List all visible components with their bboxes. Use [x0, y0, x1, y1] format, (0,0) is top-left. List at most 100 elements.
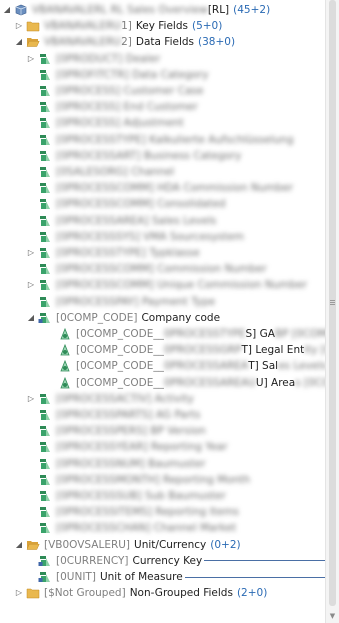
group-non-grouped[interactable]: ▷ [$Not Grouped] Non-Grouped Fields (2+0) — [0, 585, 325, 601]
field-label-blurred: [0PROCESSPAY] Payment Type — [56, 295, 216, 308]
field-item[interactable]: [0PROCESS] Adjustment — [0, 115, 325, 131]
no-twisty — [26, 180, 36, 196]
group-code-tail: 1] — [121, 20, 132, 33]
no-twisty — [26, 407, 36, 423]
field-item[interactable]: [0PROCESSCOMM] Consolidated — [0, 196, 325, 212]
field-label-blurred: [0PROCESSSUB] Sub Baumuster — [56, 490, 226, 502]
no-twisty — [46, 326, 56, 342]
field-icon — [36, 505, 56, 519]
field-item[interactable]: [0PROCESSPERS] BP Version — [0, 423, 325, 439]
attribute-item[interactable]: [0COMP_CODE__ 0PROCESSGRP T] Legal Ent ity … — [0, 342, 325, 358]
field-item[interactable]: [0PROCESSYEAR] Reporting Year — [0, 439, 325, 455]
field-item[interactable]: [0PROCESSTYPE] Kalkulierte Aufschlüsselu… — [0, 132, 325, 148]
field-icon — [36, 116, 56, 130]
tree-root[interactable]: ◢ VBANAVALERL RL Sales Overview [RL] (45+2) — [0, 2, 325, 18]
no-twisty — [26, 148, 36, 164]
field-item[interactable]: [0PROCESSITEMS] Reporting Items — [0, 504, 325, 520]
expand-closed-icon[interactable]: ▷ — [26, 391, 36, 407]
attribute-hidden: 0PROCESSTYPE — [163, 328, 246, 340]
group-data-fields[interactable]: ◢ VBANAVALERU 2] Data Fields (38+0) — [0, 34, 325, 50]
expand-open-icon[interactable]: ◢ — [2, 2, 12, 18]
group-label: Key Fields — [135, 20, 188, 33]
expand-closed-icon[interactable]: ▷ — [26, 245, 36, 261]
field-item[interactable]: [0PROFITCTR] Data Category — [0, 67, 325, 83]
expand-closed-icon[interactable]: ▷ — [26, 51, 36, 67]
no-twisty — [26, 261, 36, 277]
field-item[interactable]: [0PROCESS] End Customer — [0, 99, 325, 115]
group-code: [$Not Grouped] — [44, 587, 126, 600]
group-code-tail: 2] — [121, 36, 132, 49]
no-twisty — [26, 488, 36, 504]
expand-closed-icon[interactable]: ▷ — [26, 277, 36, 293]
field-item[interactable]: [0PROCESSSUB] Sub Baumuster — [0, 488, 325, 504]
field-item[interactable]: [0PROCESS] Customer Case — [0, 83, 325, 99]
unit-field[interactable]: [0CURRENCY] Currency Key — [0, 553, 325, 569]
group-count: (38+0) — [198, 36, 236, 49]
field-label-blurred: [0PROCESSTYPE] Typklasse — [56, 247, 200, 259]
scroll-down-arrow-icon[interactable]: ▼ — [328, 612, 337, 621]
field-item[interactable]: [0PROCESSSYS] VMA Sourcesystem — [0, 229, 325, 245]
attribute-item[interactable]: [0COMP_CODE__0PROCESSTYPES] GABP [0COMP_… — [0, 326, 325, 342]
group-unit-currency[interactable]: ◢ [VB0OVSALERU] Unit/Currency (0+2) — [0, 537, 325, 553]
group-label: Unit/Currency — [134, 538, 207, 551]
expand-open-icon[interactable]: ◢ — [26, 310, 36, 326]
field-attr-icon — [56, 376, 76, 390]
group-key-fields[interactable]: ▷ VBANAVALERU 1] Key Fields (5+0) — [0, 18, 325, 34]
field-label-blurred: [0PROCESSMONTH] Reporting Month — [56, 473, 251, 486]
field-item[interactable]: [0PROCESSCHAN] Channel Market — [0, 520, 325, 536]
group-code-blurred: VBANAVALERU — [44, 36, 122, 49]
field-attr-icon — [56, 359, 76, 373]
field-item[interactable]: ▷ [0PROCESSTYPE] Typklasse — [0, 245, 325, 261]
field-item[interactable]: [0PROCESSCOMM] Commission Number — [0, 261, 325, 277]
field-label-blurred: [0PROCESSTYPE] Kalkulierte Aufschlüsselu… — [56, 133, 294, 146]
field-label-blurred: [0PROCESSCOMM] Unique Commission Number — [56, 279, 308, 292]
group-label: Data Fields — [135, 36, 195, 49]
root-label: VBANAVALERL RL Sales Overview — [32, 4, 208, 16]
attribute-label: T] Legal Ent — [241, 344, 305, 357]
field-icon — [36, 262, 56, 276]
scrollbar-thumb[interactable] — [329, 0, 336, 606]
field-icon — [36, 165, 56, 179]
field-label-blurred: [0PROCESSNUM] Baumuster — [56, 457, 206, 470]
field-item[interactable]: [0PROCESSPAY] Payment Type — [0, 294, 325, 310]
expand-closed-icon[interactable]: ▷ — [14, 18, 24, 34]
field-item[interactable]: [0PROCESSMONTH] Reporting Month — [0, 472, 325, 488]
field-item[interactable]: [0PROCESSCOMM] HDA Commission Number — [0, 180, 325, 196]
attribute-tail: es Levels [0COMP_CODE] — [278, 360, 325, 373]
field-label-blurred: [0PROCESS] End Customer — [56, 101, 198, 114]
unit-field[interactable]: [0UNIT] Unit of Measure — [0, 569, 325, 585]
expand-open-icon[interactable]: ◢ — [14, 34, 24, 50]
field-label: Company code — [141, 311, 221, 324]
no-twisty — [26, 196, 36, 212]
attribute-item[interactable]: [0COMP_CODE__0PROCESSAREAUU] Areas [0COM… — [0, 375, 325, 391]
attribute-tail: ity [0COMP_CODE] — [304, 344, 325, 357]
field-item[interactable]: ▷ [0PROCESSCOMM] Unique Commission Number — [0, 277, 325, 293]
expand-closed-icon[interactable]: ▷ — [14, 585, 24, 601]
field-icon — [36, 408, 56, 422]
no-twisty — [26, 294, 36, 310]
attribute-prefix: [0COMP_CODE__ — [76, 376, 164, 389]
field-company-code[interactable]: ◢ [0COMP_CODE] Company code — [0, 310, 325, 326]
attribute-item[interactable]: [0COMP_CODE__ 0PROCESSAREA T] Sal es Levels… — [0, 358, 325, 374]
vertical-scrollbar[interactable]: ▼ — [325, 0, 339, 623]
field-item[interactable]: [0PROCESSPARTS] AG Parts — [0, 407, 325, 423]
no-twisty — [26, 456, 36, 472]
field-label-blurred: [0PROCESSACTIV] Activity — [56, 392, 194, 405]
field-label-blurred: [0PROCESS] Adjustment — [56, 117, 184, 130]
no-twisty — [26, 164, 36, 180]
expand-open-icon[interactable]: ◢ — [14, 537, 24, 553]
field-label-blurred: [0PROCESSPERS] BP Version — [56, 425, 206, 438]
field-item[interactable]: ▷ [0PROCESSACTIV] Activity — [0, 391, 325, 407]
attribute-hidden: 0PROCESSAREA — [163, 360, 249, 373]
group-count: (0+2) — [210, 538, 241, 551]
field-icon — [36, 489, 56, 503]
field-item[interactable]: [0SALESORG] Channel — [0, 164, 325, 180]
field-item[interactable]: ▷ [0PRODUCT] Dealer — [0, 51, 325, 67]
field-item[interactable]: [0PROCESSNUM] Baumuster — [0, 456, 325, 472]
no-twisty — [26, 439, 36, 455]
group-label: Non-Grouped Fields — [129, 587, 233, 600]
field-item[interactable]: [0PROCESSART] Business Category — [0, 148, 325, 164]
field-item[interactable]: [0PROCESSAREA] Sales Levels — [0, 213, 325, 229]
group-code-blurred: VBANAVALERU — [44, 20, 122, 33]
field-key-icon — [36, 554, 56, 568]
